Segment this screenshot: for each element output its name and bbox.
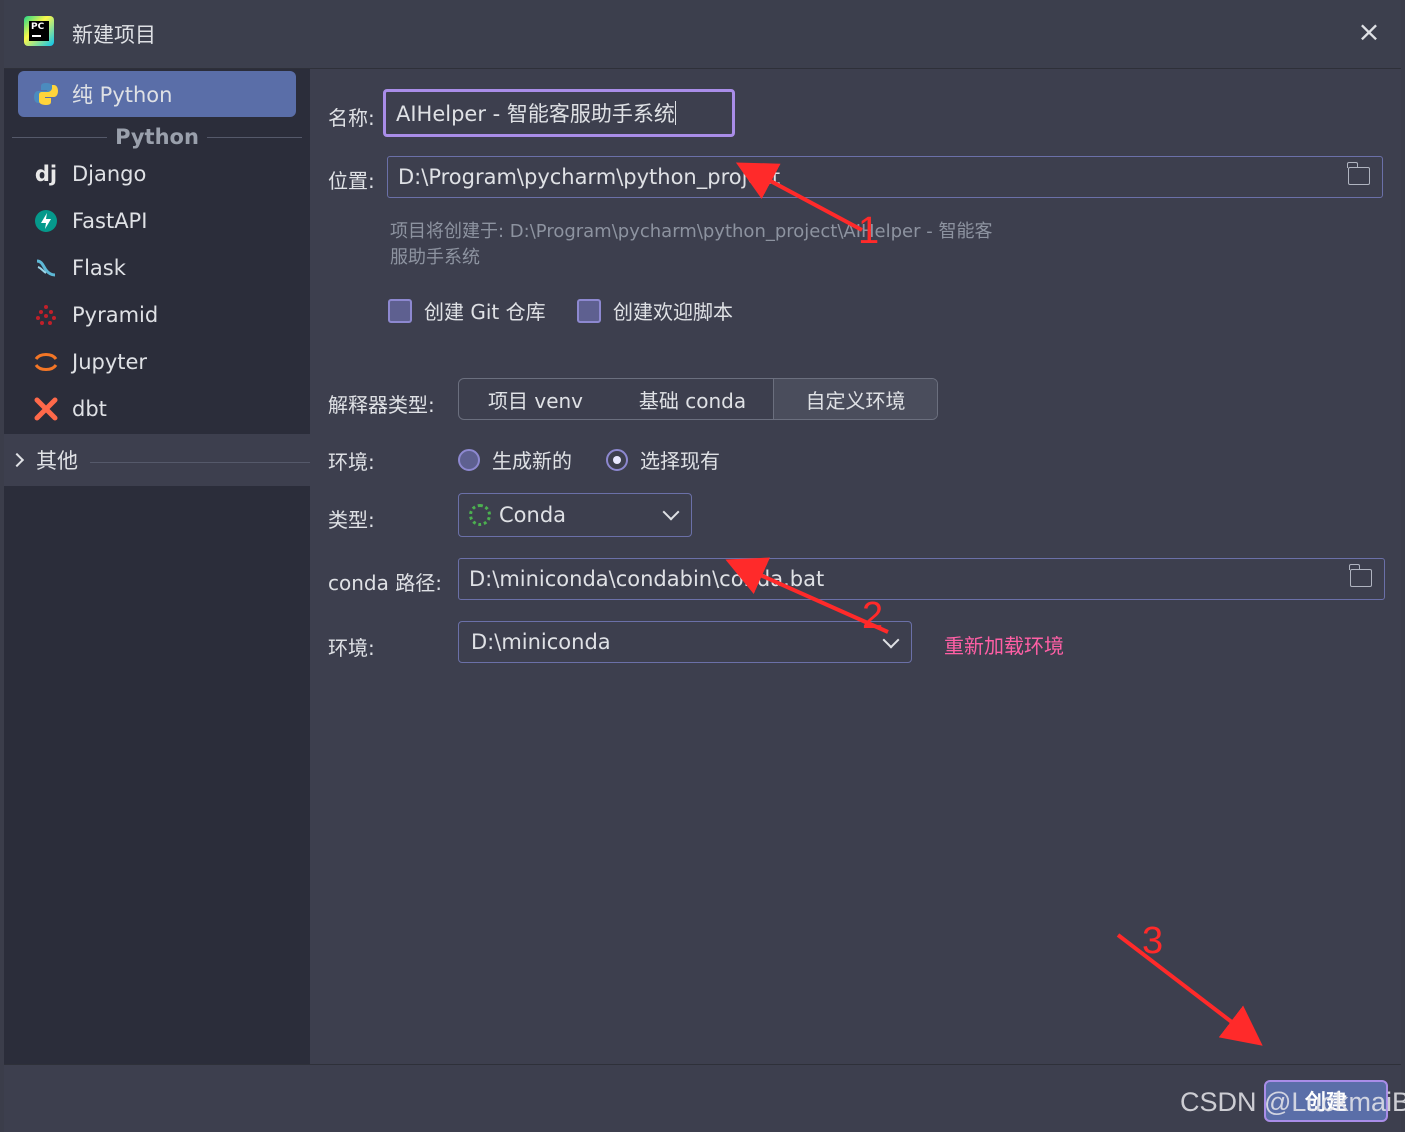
pyramid-icon xyxy=(32,301,60,329)
annotation-number-3: 3 xyxy=(1142,920,1164,962)
sidebar-item-fastapi[interactable]: FastAPI xyxy=(18,198,296,244)
jupyter-icon xyxy=(32,348,60,376)
sidebar-item-flask[interactable]: Flask xyxy=(18,245,296,291)
creation-path-hint: 项目将创建于: D:\Program\pycharm\python_projec… xyxy=(390,219,1040,271)
fastapi-icon xyxy=(32,207,60,235)
text-cursor xyxy=(674,101,676,125)
type-value: Conda xyxy=(499,503,567,527)
radio-label: 生成新的 xyxy=(492,449,572,473)
chevron-down-icon xyxy=(882,631,900,649)
interpreter-type-label: 解释器类型: xyxy=(328,393,435,417)
divider xyxy=(90,462,310,463)
folder-icon[interactable] xyxy=(1347,162,1370,185)
sidebar-item-label: dbt xyxy=(72,397,107,421)
sidebar-item-pyramid[interactable]: Pyramid xyxy=(18,292,296,338)
conda-path-label: conda 路径: xyxy=(328,571,442,595)
hint-line: 服助手系统 xyxy=(390,247,480,268)
sidebar-item-jupyter[interactable]: Jupyter xyxy=(18,339,296,385)
sidebar-item-pure-python[interactable]: 纯 Python xyxy=(18,71,296,117)
django-icon: dj xyxy=(34,162,58,186)
checkbox-label: 创建欢迎脚本 xyxy=(613,300,733,324)
radio-generate-new[interactable]: 生成新的 xyxy=(458,445,572,474)
project-settings-panel: 名称: AIHelper - 智能客服助手系统 位置: D:\Program\p… xyxy=(310,69,1401,1064)
create-git-checkbox[interactable]: 创建 Git 仓库 xyxy=(388,296,546,325)
annotation-number-1: 1 xyxy=(858,210,880,252)
new-project-dialog: PC 新建项目 × 纯 Python Python dj Django Fast… xyxy=(4,0,1401,1132)
sidebar-item-label: Django xyxy=(72,162,147,186)
project-name-input[interactable]: AIHelper - 智能客服助手系统 xyxy=(383,89,735,137)
title-bar: PC 新建项目 × xyxy=(4,0,1401,69)
checkbox-label: 创建 Git 仓库 xyxy=(424,300,546,324)
sidebar-item-django[interactable]: dj Django xyxy=(18,151,296,197)
tab-base-conda[interactable]: 基础 conda xyxy=(612,379,773,419)
sidebar-item-label: Jupyter xyxy=(72,350,148,374)
section-label: Python xyxy=(115,125,199,149)
conda-path-value: D:\miniconda\condabin\conda.bat xyxy=(469,567,825,591)
radio-label: 选择现有 xyxy=(640,449,720,473)
chevron-down-icon xyxy=(662,503,680,521)
location-input[interactable]: D:\Program\pycharm\python_project xyxy=(387,156,1383,198)
python-icon xyxy=(32,80,60,108)
sidebar-item-label: FastAPI xyxy=(72,209,148,233)
section-separator: Python xyxy=(4,121,310,153)
sidebar-item-dbt[interactable]: dbt xyxy=(18,386,296,432)
tab-custom-environment[interactable]: 自定义环境 xyxy=(773,379,937,419)
sidebar-item-label: 纯 Python xyxy=(72,83,173,107)
radio-button xyxy=(458,448,480,471)
radio-select-existing[interactable]: 选择现有 xyxy=(606,445,720,474)
pycharm-logo-icon: PC xyxy=(24,16,54,46)
chevron-right-icon xyxy=(9,452,25,468)
checkbox-box xyxy=(388,298,412,323)
conda-path-input[interactable]: D:\miniconda\condabin\conda.bat xyxy=(458,558,1385,600)
location-label: 位置: xyxy=(328,169,375,193)
annotation-number-2: 2 xyxy=(862,595,884,637)
hint-line: 项目将创建于: D:\Program\pycharm\python_projec… xyxy=(390,221,993,242)
tab-project-venv[interactable]: 项目 venv xyxy=(459,379,612,419)
environment-dropdown[interactable]: D:\miniconda xyxy=(458,621,912,663)
folder-icon[interactable] xyxy=(1349,564,1372,587)
environment-value: D:\miniconda xyxy=(471,630,611,654)
location-value: D:\Program\pycharm\python_project xyxy=(398,165,781,189)
close-button[interactable]: × xyxy=(1351,14,1387,50)
create-welcome-script-checkbox[interactable]: 创建欢迎脚本 xyxy=(577,296,733,325)
environment-path-label: 环境: xyxy=(328,636,375,660)
dbt-icon xyxy=(32,395,60,423)
environment-label: 环境: xyxy=(328,450,375,474)
radio-button xyxy=(606,448,628,471)
csdn-watermark: CSDN @LuckmaiB xyxy=(1180,1087,1405,1117)
checkbox-box xyxy=(577,298,601,323)
interpreter-type-selector: 项目 venv 基础 conda 自定义环境 xyxy=(458,378,938,420)
other-expander[interactable]: 其他 xyxy=(9,445,78,475)
type-label: 类型: xyxy=(328,508,375,532)
project-type-sidebar: 纯 Python Python dj Django FastAPI Flask … xyxy=(4,69,310,1064)
type-dropdown[interactable]: Conda xyxy=(458,493,692,537)
project-name-value: AIHelper - 智能客服助手系统 xyxy=(396,102,675,126)
conda-icon xyxy=(469,504,491,526)
sidebar-item-label: Flask xyxy=(72,256,126,280)
sidebar-item-label: Pyramid xyxy=(72,303,159,327)
dialog-title: 新建项目 xyxy=(72,23,156,47)
other-label: 其他 xyxy=(36,449,78,473)
flask-icon xyxy=(32,254,60,282)
reload-environments-link[interactable]: 重新加载环境 xyxy=(944,630,1064,659)
name-label: 名称: xyxy=(328,106,375,130)
